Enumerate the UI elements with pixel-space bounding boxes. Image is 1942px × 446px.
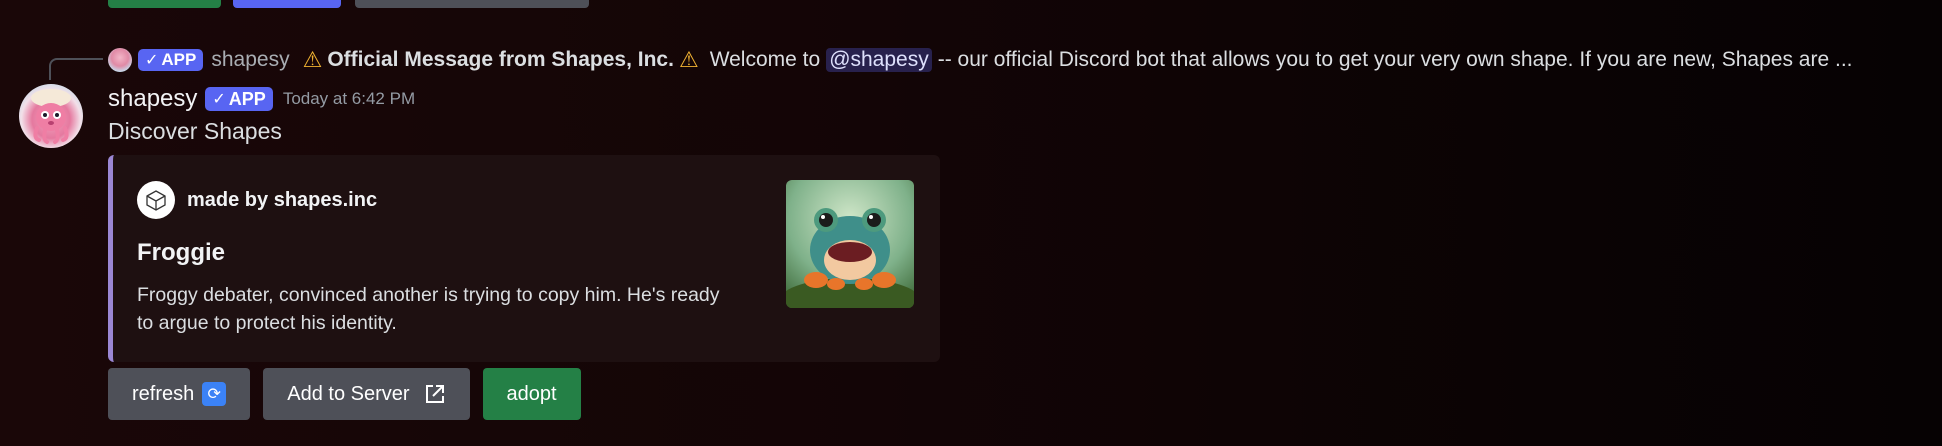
message-timestamp[interactable]: Today at 6:42 PM — [283, 89, 415, 109]
checkmark-icon: ✓ — [212, 91, 226, 108]
reply-badge-label: APP — [161, 50, 197, 69]
warning-icon: ⚠ — [678, 47, 699, 72]
reply-text-after-mention: -- our official Discord bot that allows … — [937, 48, 1853, 71]
reply-bold-text: Official Message from Shapes, Inc. — [327, 48, 674, 71]
checkmark-icon: ✓ — [145, 52, 159, 69]
message-content: Discover Shapes — [108, 118, 282, 144]
message-actions: refresh ⟳ Add to Server adopt — [108, 368, 581, 420]
shape-embed: made by shapes.inc Froggie Froggy debate… — [108, 155, 940, 362]
adopt-button[interactable]: adopt — [482, 368, 581, 420]
message-app-badge: ✓ APP — [205, 87, 273, 111]
external-link-icon — [424, 383, 446, 405]
reply-avatar[interactable] — [108, 48, 132, 72]
refresh-button-label: refresh — [132, 382, 195, 405]
reply-username[interactable]: shapesy — [211, 48, 289, 72]
frog-image-icon — [786, 180, 914, 308]
previous-blurple-button[interactable] — [233, 0, 341, 8]
embed-thumbnail[interactable] — [786, 180, 914, 308]
shapes-logo-icon — [137, 181, 175, 219]
embed-description: Froggy debater, convinced another is try… — [137, 284, 720, 334]
octopus-avatar-icon — [31, 89, 71, 144]
message-badge-label: APP — [228, 88, 266, 109]
embed-title: Froggie — [137, 239, 225, 266]
reply-spine — [49, 58, 103, 80]
warning-icon: ⚠ — [302, 47, 323, 72]
user-avatar[interactable] — [19, 84, 83, 148]
previous-gray-button[interactable] — [355, 0, 589, 8]
add-to-server-button[interactable]: Add to Server — [263, 368, 470, 420]
reply-mention[interactable]: @shapesy — [826, 48, 932, 72]
refresh-button[interactable]: refresh ⟳ — [108, 368, 251, 420]
repeat-icon: ⟳ — [202, 382, 227, 406]
reply-text-before-mention: Welcome to — [709, 48, 821, 71]
add-to-server-button-label: Add to Server — [287, 382, 410, 405]
message-username[interactable]: shapesy — [108, 85, 197, 113]
reply-preview[interactable]: ✓ APP shapesy ⚠ Official Message from Sha… — [108, 46, 1928, 74]
adopt-button-label: adopt — [506, 382, 557, 405]
embed-author: made by shapes.inc — [137, 181, 377, 219]
embed-author-name: made by shapes.inc — [187, 188, 378, 211]
reply-app-badge: ✓ APP — [138, 49, 204, 71]
previous-green-button[interactable] — [108, 0, 221, 8]
message-header: shapesy ✓ APP Today at 6:42 PM — [108, 84, 415, 114]
